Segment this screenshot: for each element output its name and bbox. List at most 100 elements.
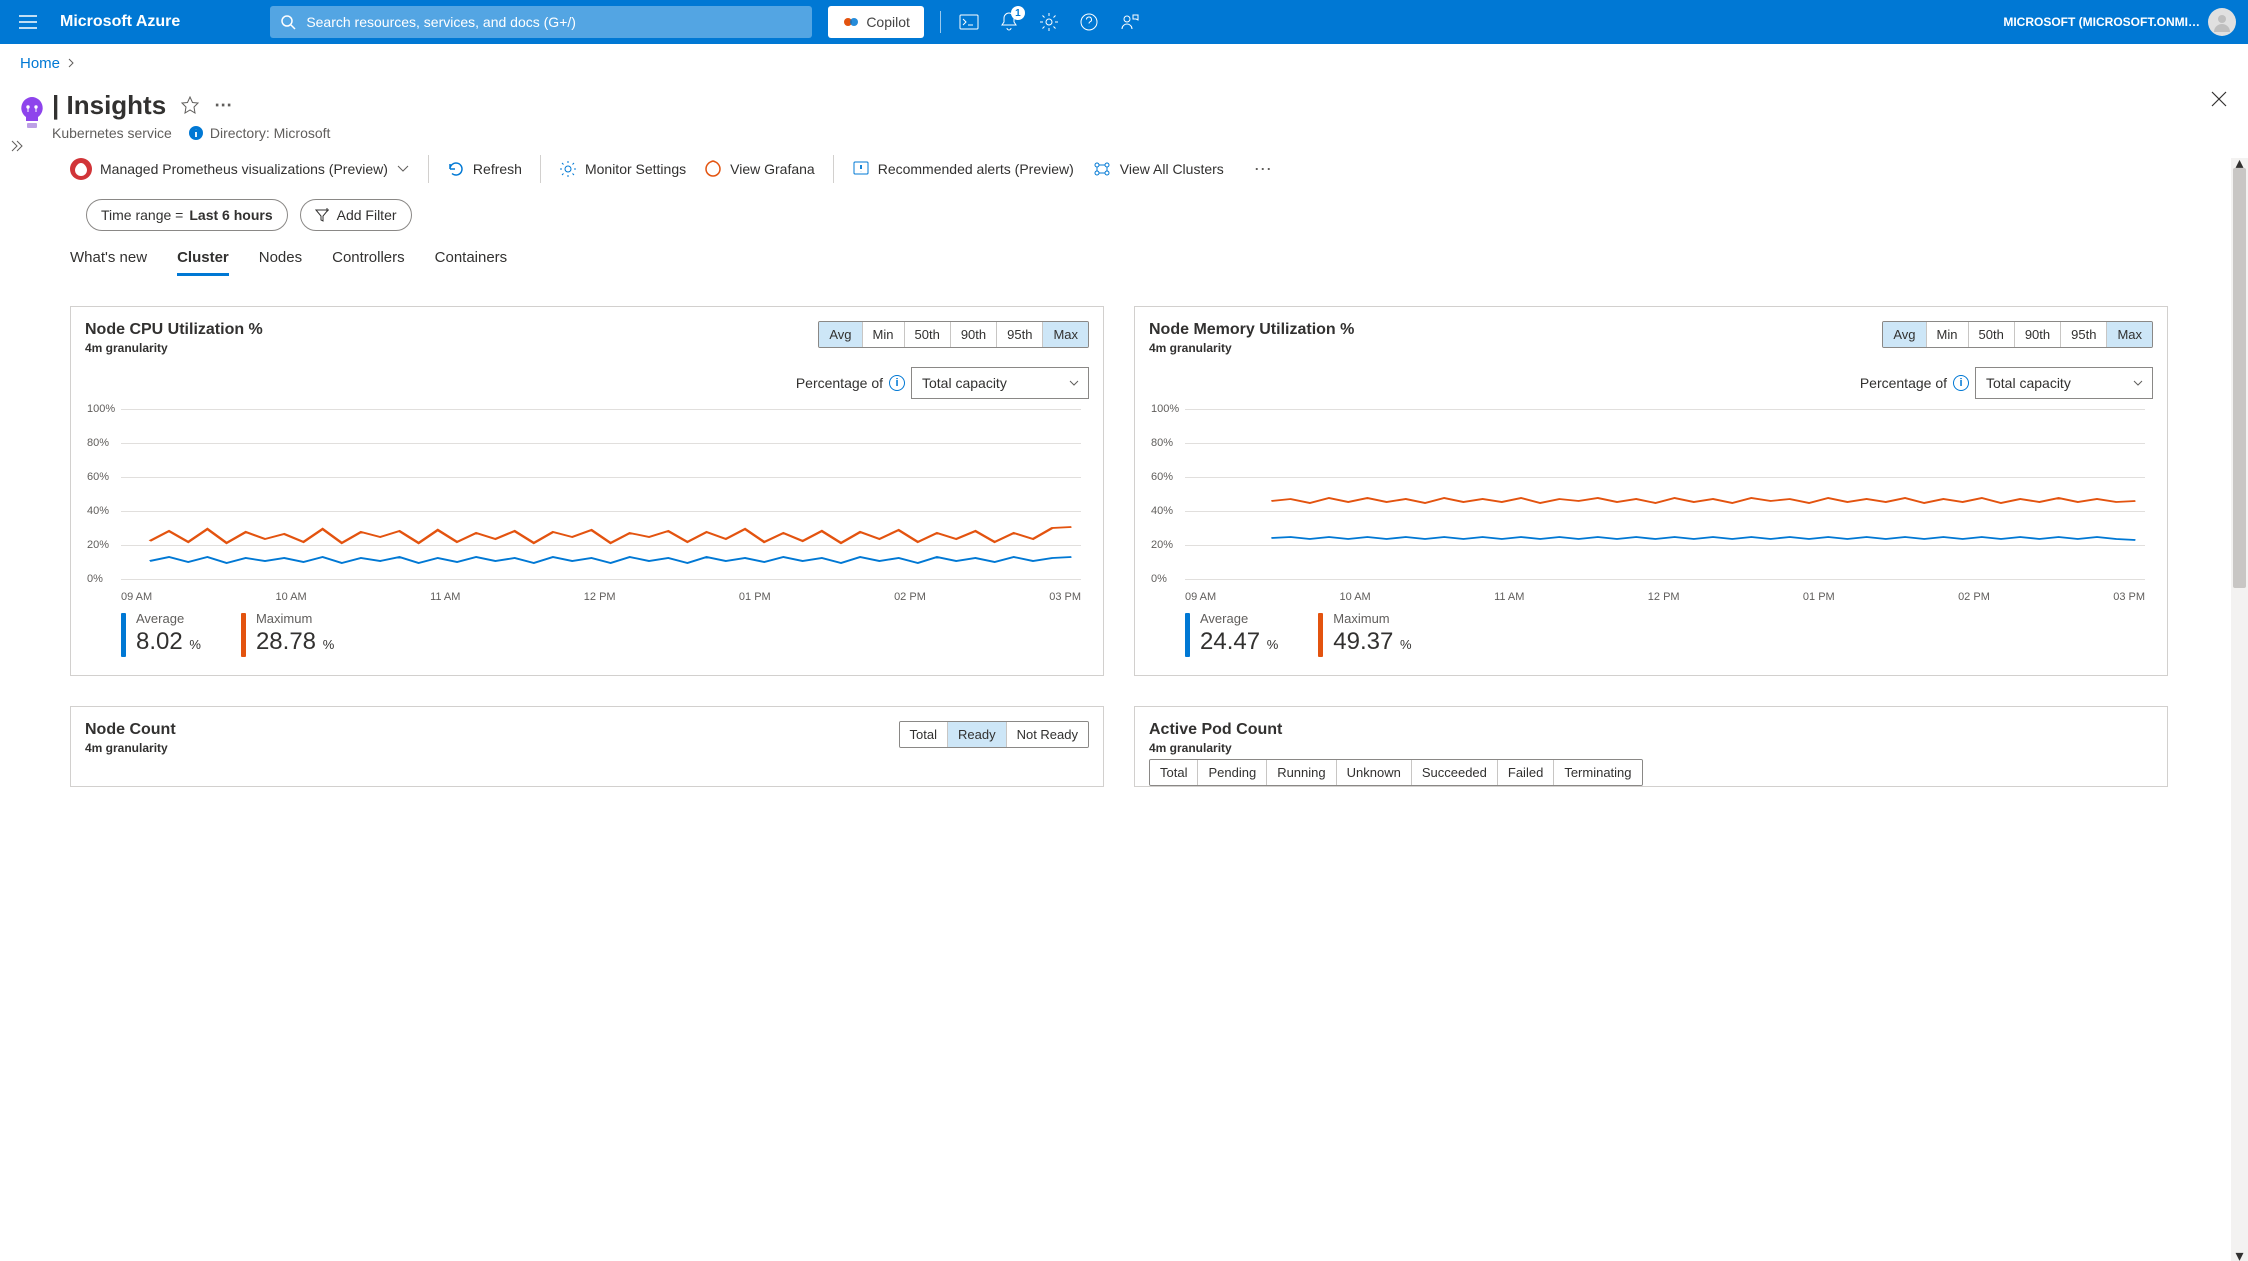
azure-topbar: Microsoft Azure Copilot 1 MICROSOFT (MIC…	[0, 0, 2248, 44]
search-input[interactable]	[270, 6, 812, 38]
agg-avg[interactable]: Avg	[819, 322, 862, 347]
agg-avg[interactable]: Avg	[1883, 322, 1926, 347]
tab-what-s-new[interactable]: What's new	[70, 249, 147, 276]
close-blade-button[interactable]	[2210, 90, 2228, 108]
expand-nav-button[interactable]	[10, 139, 24, 153]
tab-nodes[interactable]: Nodes	[259, 249, 302, 276]
mem-capacity-value: Total capacity	[1986, 375, 2071, 391]
percentage-of-label: Percentage of	[796, 375, 883, 391]
cpu-capacity-select[interactable]: Total capacity	[911, 367, 1089, 399]
tab-cluster[interactable]: Cluster	[177, 249, 229, 276]
favorite-button[interactable]	[180, 96, 200, 116]
avatar	[2208, 8, 2236, 36]
view-all-clusters-button[interactable]: View All Clusters	[1092, 160, 1224, 178]
refresh-icon	[447, 160, 465, 178]
vertical-scrollbar[interactable]: ▴ ▾	[2231, 158, 2248, 1261]
info-icon[interactable]: i	[1953, 375, 1969, 391]
copilot-button[interactable]: Copilot	[828, 6, 924, 38]
legend-item[interactable]: Maximum28.78 %	[241, 611, 334, 657]
help-button[interactable]	[1077, 10, 1101, 34]
agg-50th[interactable]: 50th	[1969, 322, 2015, 347]
mem-capacity-select[interactable]: Total capacity	[1975, 367, 2153, 399]
legend-name: Average	[1200, 611, 1278, 626]
hamburger-menu[interactable]	[12, 15, 44, 29]
cpu-chart[interactable]: 100%80%60%40%20%0% 09 AM10 AM11 AM12 PM0…	[121, 409, 1081, 599]
x-tick: 01 PM	[739, 591, 771, 603]
agg-95th[interactable]: 95th	[997, 322, 1043, 347]
mem-legend: Average24.47 % Maximum49.37 %	[1185, 611, 2153, 657]
cpu-capacity-value: Total capacity	[922, 375, 1007, 391]
settings-button[interactable]	[1037, 10, 1061, 34]
add-filter-button[interactable]: Add Filter	[300, 199, 412, 231]
page-more-button[interactable]: ⋯	[214, 95, 232, 116]
monitor-settings-button[interactable]: Monitor Settings	[559, 160, 686, 178]
page-title-row: | Insights ⋯	[52, 90, 2210, 121]
legend-item[interactable]: Average8.02 %	[121, 611, 201, 657]
refresh-button[interactable]: Refresh	[447, 160, 522, 178]
panel-title: Node Memory Utilization %	[1149, 321, 1354, 339]
y-tick: 60%	[1151, 471, 1173, 483]
account-menu[interactable]: MICROSOFT (MICROSOFT.ONMI…	[2003, 8, 2236, 36]
view-all-clusters-label: View All Clusters	[1120, 161, 1224, 177]
clusters-icon	[1092, 160, 1112, 178]
agg-max[interactable]: Max	[1043, 322, 1088, 347]
y-tick: 0%	[1151, 573, 1167, 585]
toggle-failed[interactable]: Failed	[1498, 760, 1554, 785]
hamburger-icon	[19, 15, 37, 29]
agg-min[interactable]: Min	[1927, 322, 1969, 347]
y-tick: 20%	[87, 539, 109, 551]
copilot-icon	[842, 13, 860, 31]
toggle-total[interactable]: Total	[900, 722, 948, 747]
feedback-button[interactable]	[1117, 10, 1141, 34]
agg-90th[interactable]: 90th	[2015, 322, 2061, 347]
recommended-alerts-button[interactable]: Recommended alerts (Preview)	[852, 160, 1074, 178]
legend-item[interactable]: Average24.47 %	[1185, 611, 1278, 657]
topbar-icon-strip: 1	[940, 10, 1141, 34]
scrollbar-thumb[interactable]	[2233, 168, 2246, 588]
x-tick: 09 AM	[1185, 591, 1216, 603]
page-title: | Insights	[52, 90, 166, 121]
mem-chart[interactable]: 100%80%60%40%20%0% 09 AM10 AM11 AM12 PM0…	[1185, 409, 2145, 599]
toggle-succeeded[interactable]: Succeeded	[1412, 760, 1498, 785]
add-filter-label: Add Filter	[337, 207, 397, 223]
legend-item[interactable]: Maximum49.37 %	[1318, 611, 1411, 657]
y-tick: 40%	[1151, 505, 1173, 517]
toggle-ready[interactable]: Ready	[948, 722, 1007, 747]
info-icon[interactable]: i	[889, 375, 905, 391]
tab-containers[interactable]: Containers	[435, 249, 508, 276]
tab-controllers[interactable]: Controllers	[332, 249, 405, 276]
recommended-alerts-label: Recommended alerts (Preview)	[878, 161, 1074, 177]
x-tick: 10 AM	[276, 591, 307, 603]
agg-90th[interactable]: 90th	[951, 322, 997, 347]
toggle-terminating[interactable]: Terminating	[1554, 760, 1641, 785]
panel-title: Node Count	[85, 721, 176, 739]
close-icon	[2210, 90, 2228, 108]
cloud-shell-button[interactable]	[957, 10, 981, 34]
agg-50th[interactable]: 50th	[905, 322, 951, 347]
toggle-unknown[interactable]: Unknown	[1337, 760, 1412, 785]
brand-label[interactable]: Microsoft Azure	[60, 13, 180, 31]
gear-icon	[1039, 12, 1059, 32]
global-search	[270, 6, 812, 38]
agg-95th[interactable]: 95th	[2061, 322, 2107, 347]
monitor-settings-label: Monitor Settings	[585, 161, 686, 177]
legend-swatch	[241, 613, 246, 657]
toggle-not-ready[interactable]: Not Ready	[1007, 722, 1088, 747]
agg-min[interactable]: Min	[863, 322, 905, 347]
time-range-value: Last 6 hours	[189, 207, 272, 223]
panel-node-count: Node Count 4m granularity TotalReadyNot …	[70, 706, 1104, 787]
view-grafana-button[interactable]: View Grafana	[704, 160, 815, 178]
toggle-pending[interactable]: Pending	[1198, 760, 1267, 785]
toggle-total[interactable]: Total	[1150, 760, 1198, 785]
agg-max[interactable]: Max	[2107, 322, 2152, 347]
command-bar: Managed Prometheus visualizations (Previ…	[40, 141, 2248, 191]
x-tick: 03 PM	[1049, 591, 1081, 603]
breadcrumb-home[interactable]: Home	[20, 55, 60, 72]
toolbar-overflow-button[interactable]: ⋯	[1254, 159, 1274, 180]
toggle-running[interactable]: Running	[1267, 760, 1336, 785]
prometheus-visualizations-dropdown[interactable]: Managed Prometheus visualizations (Previ…	[70, 158, 410, 180]
notifications-button[interactable]: 1	[997, 10, 1021, 34]
time-range-filter[interactable]: Time range = Last 6 hours	[86, 199, 288, 231]
y-tick: 100%	[1151, 403, 1179, 415]
person-feedback-icon	[1119, 12, 1139, 32]
